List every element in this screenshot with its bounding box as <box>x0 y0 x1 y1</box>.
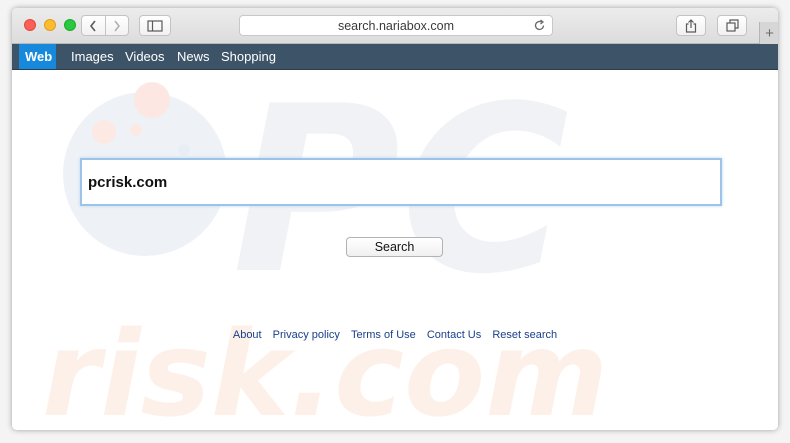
site-navigation: Web Images Videos News Shopping <box>12 44 778 70</box>
window-maximize-button[interactable] <box>64 19 76 31</box>
share-button[interactable] <box>676 15 706 36</box>
nav-tab-images[interactable]: Images <box>71 44 114 69</box>
browser-toolbar: search.nariabox.com + <box>12 8 778 44</box>
footer-link-privacy-policy[interactable]: Privacy policy <box>273 329 340 341</box>
nav-tab-videos[interactable]: Videos <box>125 44 165 69</box>
footer-links: About Privacy policy Terms of Use Contac… <box>12 329 778 341</box>
footer-link-terms-of-use[interactable]: Terms of Use <box>351 329 416 341</box>
back-forward-group <box>81 15 129 36</box>
nav-tab-shopping[interactable]: Shopping <box>221 44 276 69</box>
nav-tab-news[interactable]: News <box>177 44 210 69</box>
footer-link-about[interactable]: About <box>233 329 262 341</box>
address-bar[interactable]: search.nariabox.com <box>239 15 553 36</box>
tabs-overview-icon <box>725 19 739 32</box>
footer-link-reset-search[interactable]: Reset search <box>492 329 557 341</box>
browser-window: search.nariabox.com + Web Images Videos … <box>12 8 778 430</box>
chevron-right-icon <box>114 20 120 31</box>
reload-icon[interactable] <box>533 19 546 32</box>
share-icon <box>685 18 697 33</box>
nav-tab-web[interactable]: Web <box>19 44 56 69</box>
new-tab-button[interactable]: + <box>759 22 778 44</box>
footer-link-contact-us[interactable]: Contact Us <box>427 329 481 341</box>
address-url: search.nariabox.com <box>337 18 455 33</box>
chevron-left-icon <box>90 20 96 31</box>
forward-button[interactable] <box>104 16 129 35</box>
sidebar-button[interactable] <box>139 15 171 36</box>
plus-icon: + <box>765 24 774 42</box>
window-close-button[interactable] <box>24 19 36 31</box>
search-input[interactable] <box>80 158 722 206</box>
svg-text:risk.com: risk.com <box>42 305 608 430</box>
back-button[interactable] <box>82 16 105 35</box>
sidebar-icon <box>147 19 163 32</box>
search-button[interactable]: Search <box>346 237 443 257</box>
tabs-overview-button[interactable] <box>717 15 747 36</box>
window-minimize-button[interactable] <box>44 19 56 31</box>
page-content: PC risk.com Search About Privacy policy … <box>12 70 778 430</box>
